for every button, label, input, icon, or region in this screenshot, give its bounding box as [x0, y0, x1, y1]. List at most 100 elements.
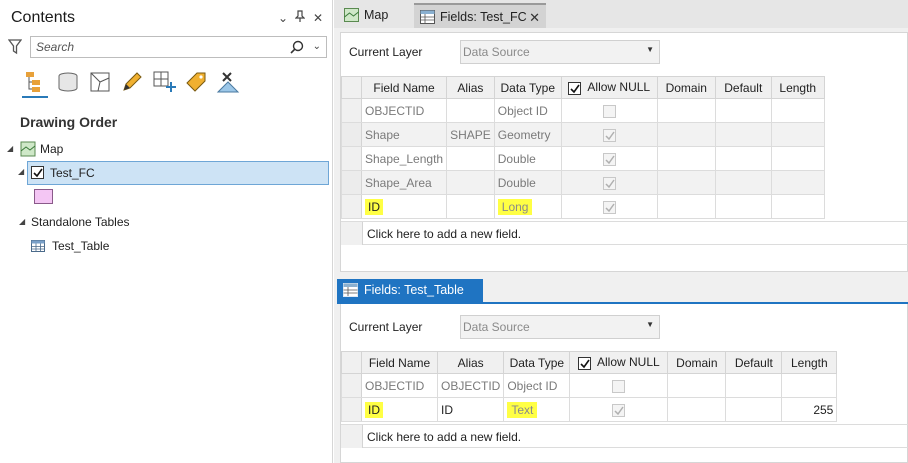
field-row[interactable]: Shape SHAPE Geometry	[341, 122, 825, 147]
row-header[interactable]	[341, 397, 362, 422]
tab-fields-test-fc[interactable]: Fields: Test_FC ✕	[414, 3, 546, 28]
column-header-field-name[interactable]: Field Name	[360, 76, 448, 99]
allow-null-checkbox[interactable]	[602, 200, 616, 214]
default-cell[interactable]	[714, 146, 772, 171]
tree-item-map[interactable]: ◢ Map	[0, 138, 330, 160]
list-by-labeling-icon[interactable]	[184, 70, 208, 94]
length-cell[interactable]: 255	[781, 397, 838, 422]
length-cell[interactable]	[770, 170, 825, 195]
default-cell[interactable]	[714, 170, 772, 195]
tab-fields-test-table[interactable]: Fields: Test_Table	[337, 279, 483, 302]
domain-cell[interactable]	[656, 122, 716, 147]
alias-cell[interactable]: SHAPE	[446, 122, 495, 147]
tree-item-test-fc[interactable]: Test_FC	[27, 161, 329, 185]
field-name-cell[interactable]: Shape_Length	[360, 146, 448, 171]
row-header[interactable]	[341, 98, 362, 123]
data-type-cell[interactable]: Double	[493, 170, 562, 195]
row-header[interactable]	[341, 373, 362, 398]
field-name-cell[interactable]: Shape	[360, 122, 448, 147]
allow-null-checkbox[interactable]	[602, 176, 616, 190]
field-name-cell[interactable]: OBJECTID	[361, 373, 438, 398]
column-header-data-type[interactable]: Data Type	[503, 351, 571, 374]
filter-icon[interactable]	[8, 39, 22, 55]
column-header-length[interactable]: Length	[770, 76, 825, 99]
list-by-selection-icon[interactable]	[88, 70, 112, 94]
close-pane-icon[interactable]: ✕	[311, 9, 325, 27]
list-by-snapping-icon[interactable]	[152, 70, 176, 94]
allow-null-cell[interactable]	[560, 98, 658, 123]
alias-cell[interactable]: ID	[436, 397, 505, 422]
allow-null-cell[interactable]	[560, 146, 658, 171]
list-by-editing-icon[interactable]	[120, 70, 144, 94]
field-row[interactable]: Shape_Length Double	[341, 146, 825, 171]
close-tab-icon[interactable]: ✕	[529, 5, 540, 30]
search-box[interactable]: ⌄	[30, 36, 327, 58]
field-row[interactable]: ID Long	[341, 194, 825, 219]
data-type-cell[interactable]: Geometry	[493, 122, 562, 147]
domain-cell[interactable]	[656, 194, 716, 219]
alias-cell[interactable]: OBJECTID	[436, 373, 505, 398]
domain-cell[interactable]	[667, 397, 727, 422]
column-header-data-type[interactable]: Data Type	[493, 76, 562, 99]
field-row[interactable]: ID ID Text 255	[341, 397, 838, 422]
tab-map[interactable]: Map	[338, 3, 416, 28]
allow-null-cell[interactable]	[560, 122, 658, 147]
length-cell[interactable]	[770, 194, 825, 219]
default-cell[interactable]	[714, 122, 772, 147]
search-input[interactable]	[36, 40, 276, 54]
default-cell[interactable]	[714, 98, 772, 123]
current-layer-dropdown[interactable]: Data Source ▼	[460, 40, 660, 64]
column-header-domain[interactable]: Domain	[656, 76, 716, 99]
field-name-cell[interactable]: Shape_Area	[360, 170, 448, 195]
tree-item-standalone-tables[interactable]: ◢ Standalone Tables	[0, 211, 330, 233]
collapse-chevron-icon[interactable]: ◢	[18, 167, 24, 176]
data-type-cell[interactable]: Double	[493, 146, 562, 171]
allow-null-checkbox[interactable]	[612, 403, 626, 417]
collapse-chevron-icon[interactable]: ◢	[19, 211, 25, 233]
allow-null-cell[interactable]	[560, 194, 658, 219]
row-header[interactable]	[341, 146, 362, 171]
allow-null-cell[interactable]	[569, 397, 669, 422]
alias-cell[interactable]	[446, 98, 495, 123]
column-header-default[interactable]: Default	[725, 351, 783, 374]
domain-cell[interactable]	[656, 98, 716, 123]
search-icon[interactable]	[290, 40, 304, 54]
allow-null-checkbox[interactable]	[602, 104, 616, 118]
add-field-row[interactable]: Click here to add a new field.	[341, 221, 908, 245]
add-field-text[interactable]: Click here to add a new field.	[367, 227, 521, 241]
field-row[interactable]: Shape_Area Double	[341, 170, 825, 195]
allow-null-cell[interactable]	[560, 170, 658, 195]
data-type-cell[interactable]: Object ID	[503, 373, 571, 398]
current-layer-dropdown[interactable]: Data Source ▼	[460, 315, 660, 339]
field-row[interactable]: OBJECTID Object ID	[341, 98, 825, 123]
alias-cell[interactable]	[446, 170, 495, 195]
list-by-drawing-order-icon[interactable]	[24, 70, 48, 94]
row-header[interactable]	[341, 122, 362, 147]
add-field-row[interactable]: Click here to add a new field.	[341, 424, 908, 448]
column-header-length[interactable]: Length	[781, 351, 838, 374]
pane-options-icon[interactable]: ⌄	[276, 9, 290, 27]
default-cell[interactable]	[714, 194, 772, 219]
field-name-cell[interactable]: OBJECTID	[360, 98, 448, 123]
field-name-cell[interactable]: ID	[360, 194, 448, 219]
add-field-text[interactable]: Click here to add a new field.	[367, 430, 521, 444]
allow-null-checkbox[interactable]	[602, 152, 616, 166]
column-header-default[interactable]: Default	[714, 76, 772, 99]
domain-cell[interactable]	[656, 170, 716, 195]
row-header[interactable]	[341, 170, 362, 195]
domain-cell[interactable]	[656, 146, 716, 171]
search-options-chevron-icon[interactable]: ⌄	[313, 41, 321, 52]
alias-cell[interactable]	[446, 194, 495, 219]
collapse-chevron-icon[interactable]: ◢	[7, 138, 13, 160]
column-header-allow-null[interactable]: Allow NULL	[560, 76, 658, 99]
list-by-data-source-icon[interactable]	[56, 70, 80, 94]
length-cell[interactable]	[770, 122, 825, 147]
allow-null-header-checkbox[interactable]	[577, 356, 591, 370]
length-cell[interactable]	[770, 98, 825, 123]
pin-icon[interactable]	[293, 9, 307, 27]
data-type-cell[interactable]: Long	[493, 194, 562, 219]
allow-null-checkbox[interactable]	[602, 128, 616, 142]
allow-null-checkbox[interactable]	[612, 379, 626, 393]
column-header-alias[interactable]: Alias	[446, 76, 495, 99]
data-type-cell[interactable]: Object ID	[493, 98, 562, 123]
